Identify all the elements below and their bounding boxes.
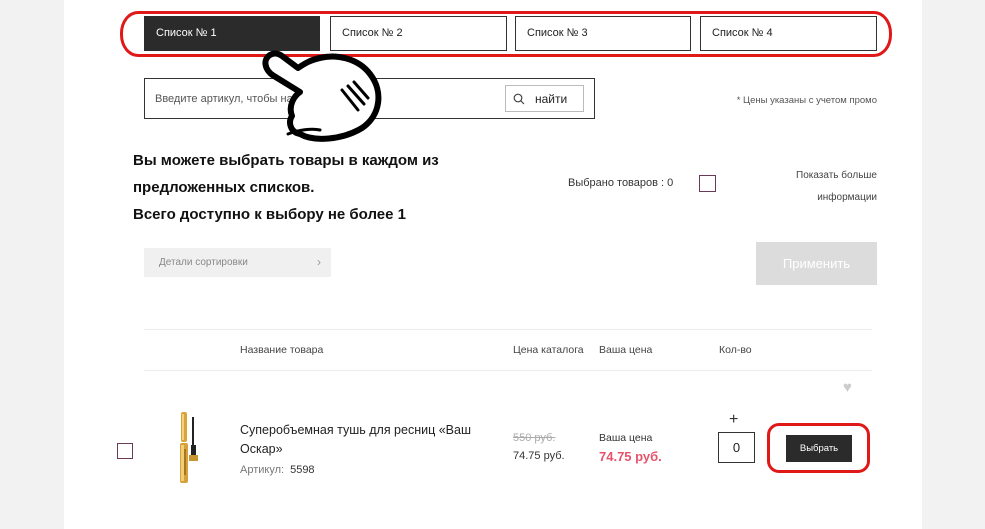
more-info-line-1: Показать больше — [796, 170, 877, 181]
old-price: 550 руб. — [513, 432, 556, 444]
tab-list-3[interactable]: Список № 3 — [515, 16, 691, 51]
show-more-info-link[interactable]: Показать больше информации — [760, 165, 877, 209]
your-price-label: Ваша цена — [599, 432, 653, 444]
sort-details-label: Детали сортировки — [159, 257, 248, 268]
sort-details-button[interactable]: Детали сортировки › — [144, 248, 331, 277]
catalog-price: 74.75 руб. — [513, 450, 565, 462]
product-sku: Артикул: 5598 — [240, 464, 315, 476]
divider — [144, 329, 872, 330]
more-info-line-2: информации — [817, 192, 877, 203]
header-your-price: Ваша цена — [599, 344, 653, 356]
choose-button[interactable]: Выбрать — [786, 435, 852, 462]
your-price: 74.75 руб. — [599, 449, 662, 464]
pointing-hand-icon — [262, 50, 382, 142]
search-button-label: найти — [535, 92, 568, 106]
search-icon — [513, 93, 525, 105]
info-line-3: Всего доступно к выбору не более 1 — [133, 206, 406, 223]
select-all-checkbox[interactable] — [699, 175, 716, 192]
search-button[interactable]: найти — [505, 85, 584, 112]
header-catalog-price: Цена каталога — [513, 344, 584, 356]
info-line-1: Вы можете выбрать товары в каждом из — [133, 152, 439, 169]
chevron-right-icon: › — [317, 255, 321, 269]
selected-count: Выбрано товаров : 0 — [568, 177, 674, 189]
divider — [144, 370, 872, 371]
tab-list-4[interactable]: Список № 4 — [700, 16, 877, 51]
product-name[interactable]: Суперобъемная тушь для ресниц «Ваш Оскар… — [240, 421, 490, 459]
heart-icon[interactable]: ♥ — [843, 379, 852, 396]
qty-input[interactable]: 0 — [718, 432, 755, 463]
sku-label: Артикул: — [240, 464, 285, 476]
qty-increase-button[interactable]: + — [729, 411, 738, 429]
header-qty: Кол-во — [719, 344, 752, 356]
apply-button[interactable]: Применить — [756, 242, 877, 285]
sku-value: 5598 — [290, 464, 315, 476]
row-select-checkbox[interactable] — [117, 443, 133, 459]
header-product-name: Название товара — [240, 344, 324, 356]
info-line-2: предложенных списков. — [133, 179, 315, 196]
price-note: * Цены указаны с учетом промо — [736, 95, 877, 106]
product-image — [180, 412, 198, 483]
selection-info: Вы можете выбрать товары в каждом из пре… — [133, 147, 439, 228]
